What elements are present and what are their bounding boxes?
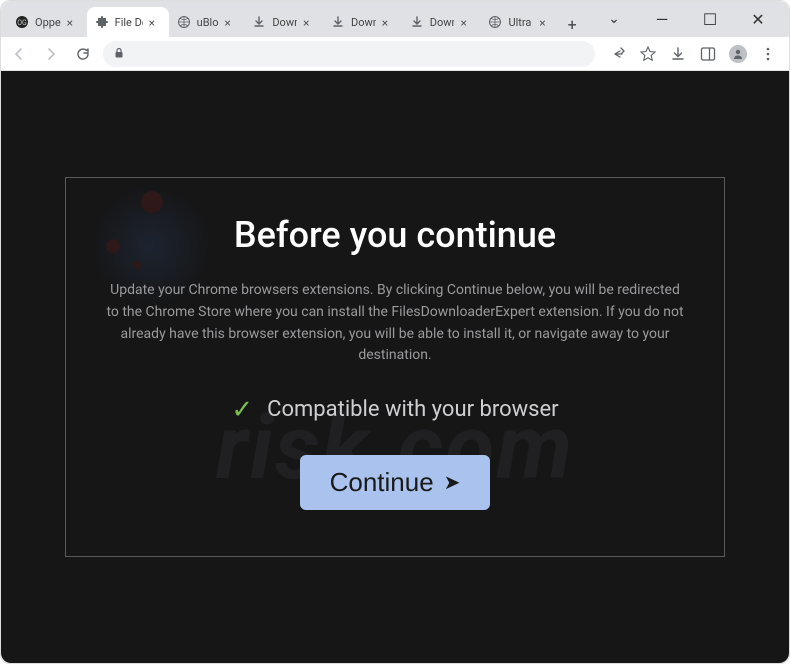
url-input[interactable] [133,47,585,61]
tab-title: uBlock [197,16,219,29]
tab-title: Ultra va [508,16,533,29]
minimize-button[interactable]: — [645,10,679,29]
tabs-dropdown-button[interactable]: ⌄ [597,11,631,27]
globe-icon [177,15,191,29]
svg-text:OG: OG [17,19,27,27]
kebab-menu-icon[interactable] [759,45,777,63]
page-content: risk.com Before you continue Update your… [1,71,789,663]
window-titlebar: OG Oppenh × File Dow × uBlock × Downlo × [1,1,789,37]
compatibility-row: ✓ Compatible with your browser [104,395,686,425]
continue-button-label: Continue [330,467,434,498]
browser-toolbar [1,37,789,71]
downloads-icon[interactable] [669,45,687,63]
tab-2[interactable]: uBlock × [169,7,245,37]
close-icon[interactable]: × [67,16,79,28]
tab-title: Oppenh [35,16,61,29]
continue-button[interactable]: Continue ➤ [300,455,491,510]
close-icon[interactable]: × [539,16,551,28]
checkmark-icon: ✓ [231,395,253,425]
new-tab-button[interactable]: + [561,11,583,37]
download-icon [252,15,266,29]
tab-strip: OG Oppenh × File Dow × uBlock × Downlo × [1,1,583,37]
tab-5[interactable]: Downlo × [402,7,481,37]
forward-button[interactable] [39,42,63,66]
download-icon [410,15,424,29]
profile-avatar-icon[interactable] [729,45,747,63]
tab-title: File Dow [115,16,143,29]
modal-title: Before you continue [104,214,686,256]
continue-modal: Before you continue Update your Chrome b… [65,177,725,557]
toolbar-actions [603,45,783,63]
tab-3[interactable]: Downlo × [244,7,323,37]
close-icon[interactable]: × [303,16,315,28]
close-icon[interactable]: × [149,16,161,28]
puzzle-icon [95,15,109,29]
tab-6[interactable]: Ultra va × [480,7,559,37]
maximize-button[interactable]: ☐ [693,10,727,29]
share-icon[interactable] [609,45,627,63]
address-bar[interactable] [103,41,595,67]
close-icon[interactable]: × [460,16,472,28]
arrow-right-icon: ➤ [444,470,461,495]
reload-button[interactable] [71,42,95,66]
favicon-circle-icon: OG [15,15,29,29]
download-icon [331,15,345,29]
window-controls: ⌄ — ☐ ✕ [583,1,789,37]
close-icon[interactable]: × [382,16,394,28]
tab-title: Downlo [351,16,376,29]
compatibility-text: Compatible with your browser [267,397,559,422]
close-window-button[interactable]: ✕ [741,10,775,29]
modal-body: Update your Chrome browsers extensions. … [104,280,686,367]
tab-1-active[interactable]: File Dow × [87,7,169,37]
back-button[interactable] [7,42,31,66]
lock-icon [113,44,125,63]
tab-title: Downlo [272,16,297,29]
tab-title: Downlo [430,16,455,29]
tab-0[interactable]: OG Oppenh × [7,7,87,37]
globe-icon [488,15,502,29]
tab-4[interactable]: Downlo × [323,7,402,37]
bookmark-star-icon[interactable] [639,45,657,63]
sidepanel-icon[interactable] [699,45,717,63]
close-icon[interactable]: × [224,16,236,28]
